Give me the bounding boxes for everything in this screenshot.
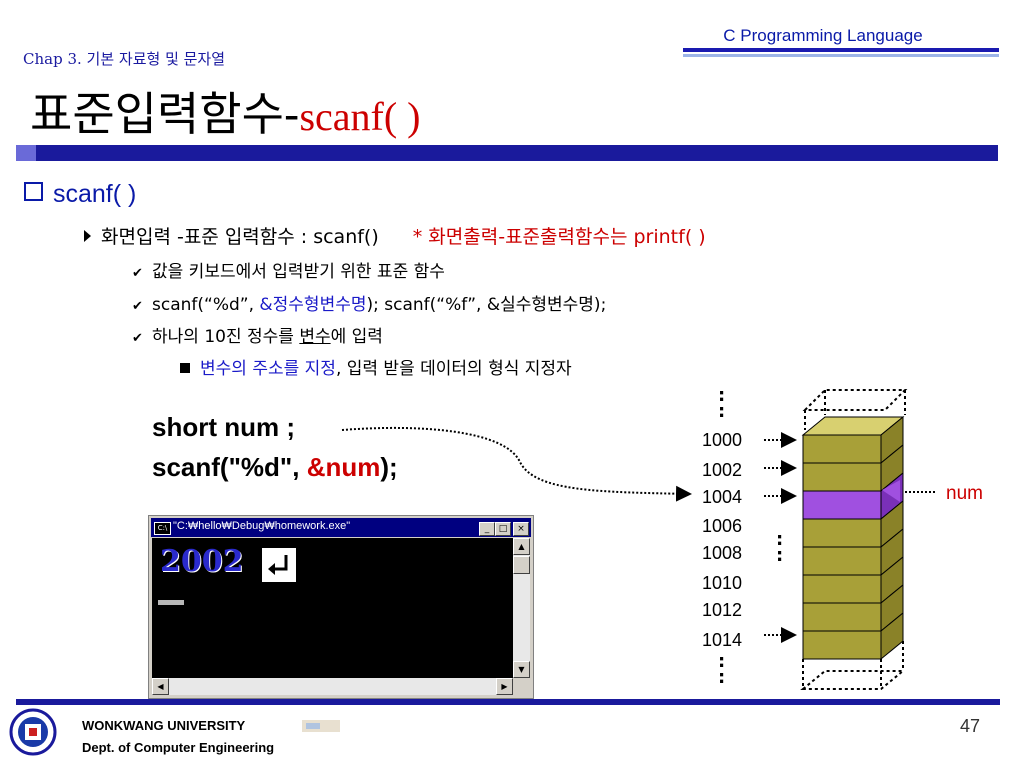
console-title: "C:₩hello₩Debug₩homework.exe" <box>173 520 351 532</box>
vertical-scrollbar[interactable]: ▲ ▼ <box>513 538 530 678</box>
memory-cell <box>802 546 882 576</box>
memory-top-box <box>802 389 908 411</box>
page-number: 47 <box>960 716 981 736</box>
horizontal-scrollbar[interactable]: ◀ ▶ <box>152 678 513 695</box>
console-output[interactable]: 2002 <box>152 538 513 678</box>
scroll-left-icon[interactable]: ◀ <box>152 678 169 695</box>
address-label: 1010 <box>702 573 743 593</box>
close-button[interactable]: × <box>513 522 529 536</box>
memory-cell <box>802 574 882 604</box>
memory-cell <box>802 602 882 632</box>
ellipsis-bottom: :: <box>718 651 726 688</box>
address-label: 1002 <box>702 460 743 480</box>
console-input-value: 2002 <box>160 544 244 579</box>
memory-cell <box>802 630 882 660</box>
memory-cell-highlight <box>802 490 882 520</box>
minimize-button[interactable]: _ <box>479 522 495 536</box>
department-name: Dept. of Computer Engineering <box>82 740 275 755</box>
enter-key-icon <box>260 546 298 584</box>
address-label: 1006 <box>702 516 743 536</box>
address-label: 1012 <box>702 600 743 620</box>
address-label-highlight: 1004 <box>702 487 743 507</box>
address-label: 1008 <box>702 543 743 563</box>
console-titlebar[interactable]: C:\ "C:₩hello₩Debug₩homework.exe" _ □ × <box>151 518 531 537</box>
scroll-up-icon[interactable]: ▲ <box>513 538 530 555</box>
maximize-button[interactable]: □ <box>495 522 511 536</box>
memory-cell <box>802 434 882 464</box>
university-seal-icon <box>9 708 57 756</box>
console-cursor <box>158 600 184 605</box>
university-name: WONKWANG UNIVERSITY <box>82 718 246 733</box>
scroll-thumb[interactable] <box>513 556 530 574</box>
ellipsis-top: :: <box>718 385 726 422</box>
console-app-icon: C:\ <box>154 522 171 535</box>
address-label: 1000 <box>702 430 743 450</box>
console-window: C:\ "C:₩hello₩Debug₩homework.exe" _ □ × … <box>148 515 534 699</box>
footer-divider <box>16 699 1000 705</box>
num-to-1004-arrow <box>341 426 692 502</box>
num-pointer-wedge <box>882 480 900 502</box>
memory-bottom-box <box>800 670 906 690</box>
memory-cells <box>801 415 905 661</box>
footer-decoration-icon <box>302 720 340 732</box>
memory-cell <box>802 462 882 492</box>
address-label: 1014 <box>702 630 743 650</box>
scroll-right-icon[interactable]: ▶ <box>496 678 513 695</box>
ellipsis-middle: :: <box>776 529 784 566</box>
scroll-down-icon[interactable]: ▼ <box>513 661 530 678</box>
memory-cell <box>802 518 882 548</box>
num-label: num <box>946 483 983 504</box>
memory-stack <box>800 389 908 690</box>
